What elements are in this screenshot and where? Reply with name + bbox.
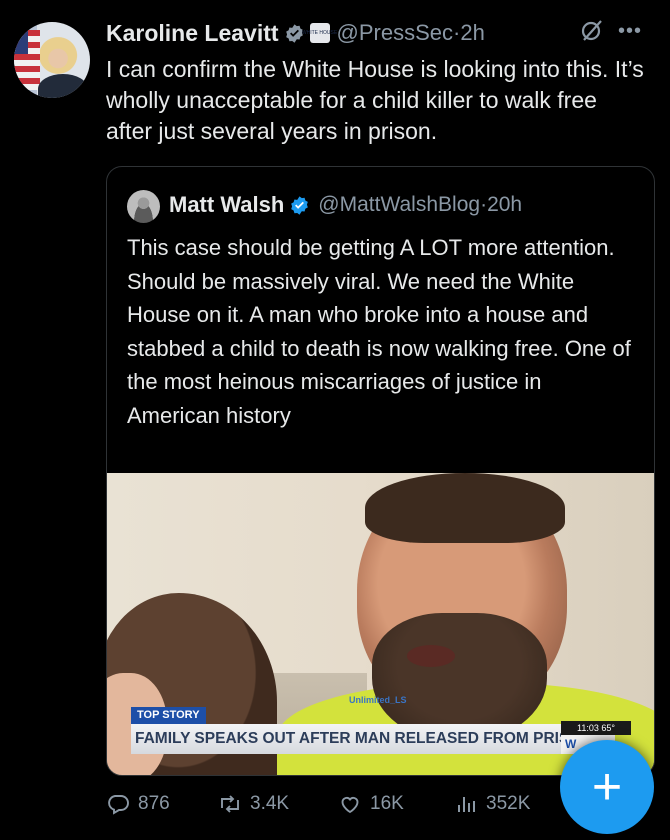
post-header: Karoline Leavitt WHITE HOUSE @PressSec·2… (106, 16, 485, 50)
verified-badge-icon[interactable] (289, 195, 310, 216)
quoted-post-time: 20h (487, 193, 523, 216)
top-story-tag: TOP STORY (131, 707, 206, 724)
flag-graphic (14, 30, 40, 90)
reply-icon (108, 795, 129, 815)
reply-count: 876 (138, 793, 170, 814)
plus-icon: + (591, 758, 623, 816)
repost-icon (221, 795, 239, 813)
views-chart-icon (458, 797, 475, 812)
affiliation-badge-text: WHITE HOUSE (301, 30, 338, 36)
news-clock: 11:03 65° (561, 721, 631, 735)
post-text: I can confirm the White House is looking… (106, 56, 644, 144)
video-watermark: Unlimited_LS (349, 695, 407, 705)
repost-button[interactable]: 3.4K (218, 786, 289, 822)
quoted-author-name[interactable]: Matt Walsh (169, 192, 284, 218)
quoted-author-handle: @MattWalshBlog·20h (318, 193, 523, 216)
compose-post-button[interactable]: + (560, 740, 654, 834)
quoted-post[interactable]: Matt Walsh @MattWalshBlog·20h This case … (106, 166, 655, 776)
grok-icon[interactable] (580, 18, 604, 42)
man-mouth (407, 645, 455, 667)
reply-button[interactable]: 876 (106, 786, 170, 822)
heart-icon (341, 796, 359, 814)
like-count: 16K (370, 793, 404, 814)
man-hair (365, 473, 565, 543)
quoted-post-header: Matt Walsh @MattWalshBlog·20h (169, 187, 522, 223)
quoted-post-text: This case should be getting A LOT more a… (127, 235, 631, 428)
quoted-author-avatar[interactable] (127, 190, 160, 223)
author-avatar[interactable] (14, 22, 90, 98)
post-time: 2h (460, 20, 485, 45)
quoted-video-thumbnail[interactable]: Unlimited_LS TOP STORY FAMILY SPEAKS OUT… (107, 473, 654, 775)
views-button[interactable]: 352K (454, 786, 530, 822)
news-headline: FAMILY SPEAKS OUT AFTER MAN RELEASED FRO… (131, 724, 563, 754)
white-house-affiliation-badge[interactable]: WHITE HOUSE (302, 23, 337, 43)
like-button[interactable]: 16K (338, 786, 404, 822)
view-count: 352K (486, 793, 531, 814)
author-name[interactable]: Karoline Leavitt (106, 20, 279, 47)
post-actions: 876 3.4K 16K 352K (106, 786, 566, 822)
repost-count: 3.4K (250, 793, 290, 814)
avatar-suit (38, 74, 88, 98)
author-handle: @PressSec·2h (336, 20, 485, 45)
more-options-icon[interactable]: ••• (618, 20, 642, 43)
